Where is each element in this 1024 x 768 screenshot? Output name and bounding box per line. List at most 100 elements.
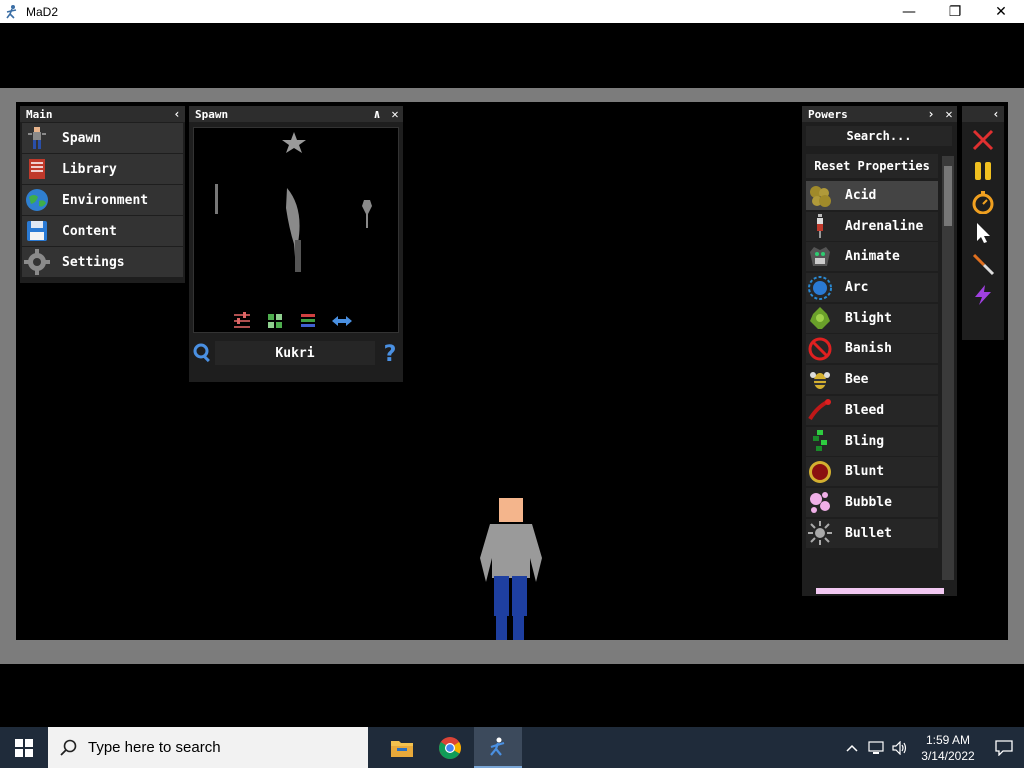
- close-button[interactable]: ✕: [978, 0, 1024, 23]
- powers-search-input[interactable]: Search...: [806, 126, 952, 146]
- powers-panel: Powers › ✕ Search... Reset Properties Ac…: [802, 106, 957, 596]
- list-icon: [301, 314, 315, 327]
- cursor-tool-button[interactable]: [968, 220, 998, 246]
- network-icon[interactable]: [864, 740, 888, 755]
- gear-icon: [24, 249, 50, 275]
- power-label: Bee: [845, 372, 869, 388]
- cursor-icon: [977, 223, 990, 243]
- tool-panel-header: ‹: [962, 106, 1004, 122]
- taskbar-chrome[interactable]: [426, 727, 474, 768]
- floppy-disk-icon: [27, 221, 47, 241]
- swap-icon: [332, 316, 352, 326]
- spawn-panel: Spawn ∧ ✕ Kukri ?: [189, 106, 403, 382]
- main-item-spawn[interactable]: Spawn: [22, 123, 183, 153]
- taskbar-search-box[interactable]: Type here to search: [48, 727, 368, 768]
- power-label: Bubble: [845, 494, 892, 510]
- system-tray: 1:59 AM 3/14/2022: [840, 727, 1024, 768]
- minimize-button[interactable]: —: [886, 0, 932, 23]
- power-label: Adrenaline: [845, 218, 924, 234]
- main-item-content[interactable]: Content: [22, 216, 183, 246]
- knife-tool-button[interactable]: [968, 251, 998, 277]
- main-item-settings[interactable]: Settings: [22, 247, 183, 277]
- powers-panel-close-button[interactable]: ✕: [941, 106, 957, 122]
- spawn-panel-collapse-button[interactable]: ∧: [369, 106, 385, 122]
- power-label: Bling: [845, 433, 885, 449]
- bleed-icon: [808, 399, 831, 421]
- stopwatch-icon: [972, 191, 994, 214]
- power-item-arc[interactable]: Arc: [806, 273, 938, 303]
- main-panel-collapse-button[interactable]: ‹: [169, 106, 185, 122]
- main-item-label: Library: [62, 161, 117, 177]
- chrome-icon: [439, 736, 461, 759]
- folder-icon: [391, 740, 413, 757]
- taskbar-file-explorer[interactable]: [378, 727, 426, 768]
- delete-tool-button[interactable]: [968, 127, 998, 153]
- help-icon[interactable]: ?: [381, 342, 399, 364]
- favorite-star-icon: [282, 132, 306, 153]
- taskbar-search-placeholder: Type here to search: [88, 739, 221, 756]
- book-icon: [29, 159, 45, 179]
- bling-icon: [813, 430, 827, 451]
- arena-floor: [0, 640, 1024, 664]
- window-title: MaD2: [26, 4, 59, 19]
- notification-button[interactable]: [984, 739, 1024, 756]
- power-item-blunt[interactable]: Blunt: [806, 457, 938, 487]
- animate-icon: [810, 246, 830, 266]
- tool-panel: ‹: [962, 106, 1004, 340]
- notification-icon: [995, 739, 1013, 756]
- power-item-bee[interactable]: Bee: [806, 365, 938, 395]
- powers-panel-header: Powers › ✕: [802, 106, 957, 122]
- bullet-icon: [808, 521, 832, 546]
- windows-icon: [15, 738, 33, 757]
- game-viewport[interactable]: Main ‹ Spawn Library Environment Content…: [0, 23, 1024, 727]
- svg-text:?: ?: [384, 342, 397, 364]
- power-label: Bullet: [845, 525, 892, 541]
- taskbar-clock[interactable]: 1:59 AM 3/14/2022: [912, 732, 984, 764]
- start-button[interactable]: [0, 727, 48, 768]
- power-item-bullet[interactable]: Bullet: [806, 518, 938, 548]
- spawn-panel-close-button[interactable]: ✕: [387, 106, 403, 122]
- window-titlebar: MaD2 — ❐ ✕: [0, 0, 1024, 23]
- power-tool-button[interactable]: [968, 282, 998, 308]
- ragdoll-character[interactable]: [474, 498, 548, 643]
- knife-icon: [972, 253, 995, 276]
- power-item-adrenaline[interactable]: Adrenaline: [806, 211, 938, 241]
- spawn-preview[interactable]: [193, 127, 399, 333]
- power-label: Blunt: [845, 464, 885, 480]
- power-item-bubble[interactable]: Bubble: [806, 487, 938, 517]
- powers-scroll-thumb[interactable]: [944, 166, 952, 226]
- taskbar-mad2[interactable]: [474, 727, 522, 768]
- power-label: Blight: [845, 310, 892, 326]
- pause-tool-button[interactable]: [968, 158, 998, 184]
- search-icon[interactable]: [193, 343, 213, 363]
- main-item-label: Content: [62, 223, 117, 239]
- chevron-up-icon[interactable]: [840, 744, 864, 752]
- selected-item-name[interactable]: Kukri: [215, 341, 375, 365]
- powers-scrollbar[interactable]: [942, 156, 954, 580]
- bee-icon: [810, 371, 830, 389]
- pause-icon: [975, 162, 991, 180]
- reset-properties-button[interactable]: Reset Properties: [806, 154, 938, 178]
- powers-panel-expand-button[interactable]: ›: [923, 106, 939, 122]
- taskbar: Type here to search 1:59 AM 3/14/2022: [0, 727, 1024, 768]
- power-item-banish[interactable]: Banish: [806, 334, 938, 364]
- acid-icon: [810, 185, 831, 207]
- main-item-library[interactable]: Library: [22, 154, 183, 184]
- power-item-bleed[interactable]: Bleed: [806, 395, 938, 425]
- restore-button[interactable]: ❐: [932, 0, 978, 23]
- powers-list: Acid Adrenaline Animate Arc Blight Banis…: [806, 181, 938, 577]
- clock-date: 3/14/2022: [921, 748, 975, 763]
- power-item-bling[interactable]: Bling: [806, 426, 938, 456]
- main-item-environment[interactable]: Environment: [22, 185, 183, 215]
- delete-icon: [972, 129, 994, 151]
- power-item-blight[interactable]: Blight: [806, 303, 938, 333]
- blight-icon: [810, 307, 830, 330]
- power-label: Animate: [845, 249, 900, 265]
- lightning-icon: [975, 285, 991, 305]
- tool-panel-collapse-button[interactable]: ‹: [988, 106, 1004, 122]
- app-icon: [6, 4, 17, 19]
- power-item-acid[interactable]: Acid: [806, 181, 938, 210]
- volume-icon[interactable]: [888, 740, 912, 755]
- power-item-animate[interactable]: Animate: [806, 242, 938, 272]
- slow-motion-tool-button[interactable]: [968, 189, 998, 215]
